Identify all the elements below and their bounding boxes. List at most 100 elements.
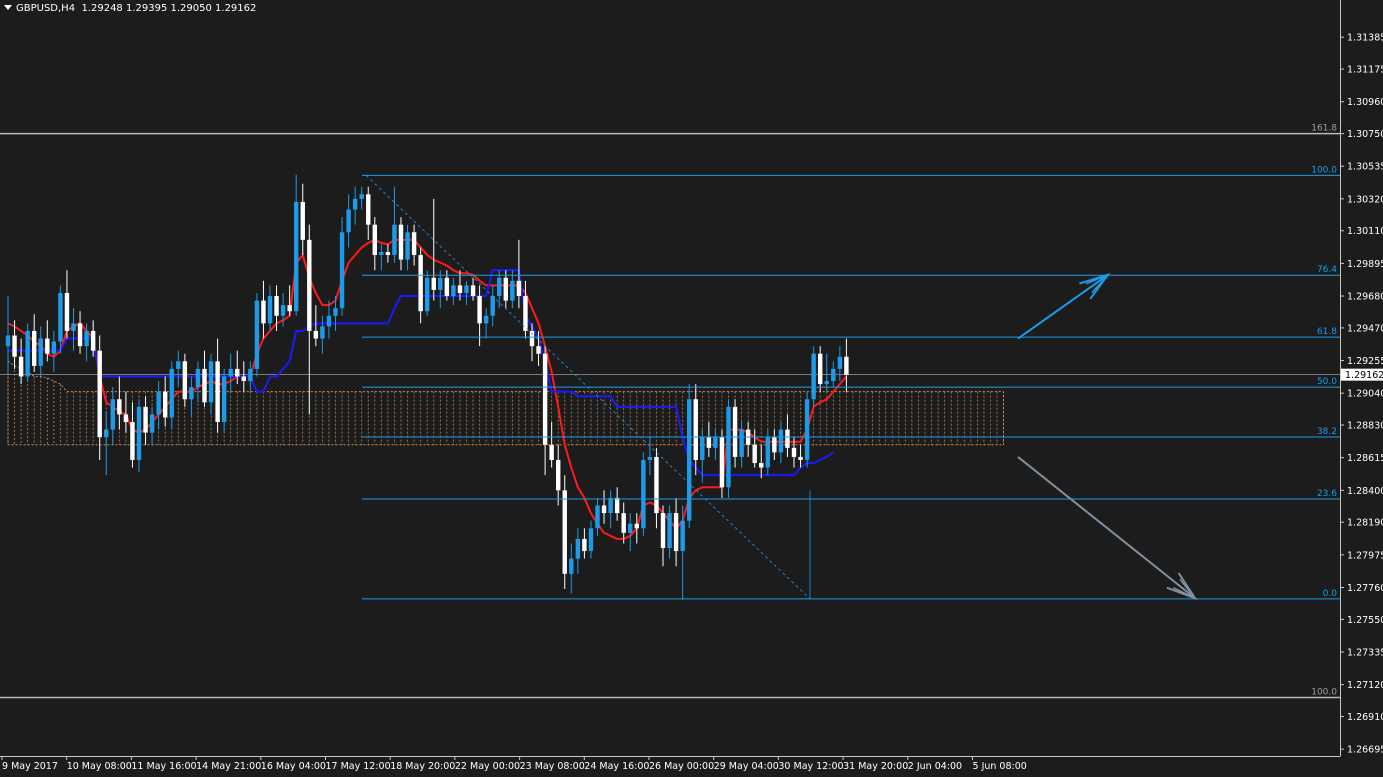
candle-body <box>706 437 712 448</box>
candle-body <box>261 300 266 324</box>
candle-body <box>726 406 731 488</box>
candle-body <box>333 308 338 316</box>
chart-title[interactable]: GBPUSD,H4 1.29248 1.29395 1.29050 1.2916… <box>4 3 256 14</box>
price-tick-label: 1.29040 <box>1347 389 1383 400</box>
candle-body <box>84 330 89 347</box>
candle-body <box>117 399 122 415</box>
candle-body <box>457 285 463 293</box>
price-tick-label: 1.27550 <box>1347 615 1383 626</box>
candle-body <box>307 239 312 331</box>
fib-level-label: 38.2 <box>1317 427 1337 437</box>
candle-body <box>844 356 849 375</box>
candle-body <box>280 305 286 316</box>
fib-level-label: 0.0 <box>1323 589 1338 599</box>
candle-body <box>647 456 653 460</box>
price-tick-label: 1.29895 <box>1347 259 1383 270</box>
candle-body <box>556 459 561 491</box>
candle-body <box>385 252 391 256</box>
candle-body <box>608 497 613 514</box>
candle-body <box>837 356 843 369</box>
candle-body <box>497 277 502 297</box>
candle-body <box>641 459 646 529</box>
candle-body <box>628 523 633 533</box>
candle-body <box>254 300 260 369</box>
candle-body <box>405 232 410 260</box>
candle-body <box>700 437 705 460</box>
candle-body <box>490 296 495 316</box>
candle-body <box>45 338 50 354</box>
candle-body <box>804 399 810 460</box>
candle-body <box>104 429 109 438</box>
candle-body <box>392 224 397 256</box>
candle-body <box>798 456 803 460</box>
candle-body <box>241 376 246 382</box>
candle-body <box>431 277 436 290</box>
candle-body <box>451 285 456 297</box>
candle-body <box>18 356 24 377</box>
candle-body <box>149 414 155 433</box>
candle-body <box>97 350 102 438</box>
time-tick-label: 11 May 16:00 <box>131 761 196 772</box>
time-tick-label: 22 May 00:00 <box>455 761 520 772</box>
candle-body <box>732 406 738 457</box>
candle-body <box>549 444 554 460</box>
time-tick-label: 30 May 12:00 <box>778 761 843 772</box>
candle-body <box>64 292 70 331</box>
candle-body <box>182 361 188 400</box>
candle-body <box>195 368 201 388</box>
candle-body <box>51 341 57 354</box>
candle-body <box>778 429 784 453</box>
candle-body <box>71 323 76 331</box>
candle-body <box>352 198 358 210</box>
time-tick-label: 26 May 00:00 <box>649 761 714 772</box>
candle-body <box>759 463 764 468</box>
candle-body <box>130 422 135 460</box>
price-tick-label: 1.27975 <box>1347 550 1383 561</box>
candle-body <box>772 437 777 453</box>
candle-body <box>339 232 345 309</box>
candle-body <box>752 444 757 464</box>
candle-body <box>470 285 476 297</box>
candle-body <box>372 224 377 256</box>
candle-body <box>248 368 253 382</box>
candle-body <box>123 414 129 423</box>
chart-background <box>0 0 1383 777</box>
dropdown-arrow-icon[interactable] <box>4 5 12 10</box>
price-tick-label: 1.28615 <box>1347 453 1383 464</box>
candle-body <box>208 361 214 403</box>
time-tick-label: 18 May 20:00 <box>390 761 455 772</box>
time-tick-label: 24 May 16:00 <box>584 761 649 772</box>
candle-body <box>418 255 423 312</box>
candle-body <box>32 330 37 366</box>
price-tick-label: 1.27120 <box>1347 680 1383 691</box>
time-tick-label: 5 Jun 08:00 <box>973 761 1027 772</box>
candle-body <box>379 252 384 256</box>
candle-body <box>25 330 30 377</box>
fib-level-label: 23.6 <box>1317 489 1337 499</box>
candle-body <box>713 437 718 448</box>
price-tick-label: 1.30750 <box>1347 129 1383 140</box>
candle-body <box>346 209 351 233</box>
time-tick-label: 29 May 04:00 <box>714 761 779 772</box>
fib-level-label: 161.8 <box>1311 124 1337 134</box>
fib-level-label: 50.0 <box>1317 377 1337 387</box>
candle-body <box>444 277 450 297</box>
fib-level-label: 100.0 <box>1311 688 1337 698</box>
candle-body <box>562 490 567 574</box>
candle-body <box>287 305 292 312</box>
candle-body <box>542 353 548 445</box>
price-tick-label: 1.30960 <box>1347 97 1383 108</box>
candle-body <box>575 538 581 559</box>
time-tick-label: 2 Jun 04:00 <box>908 761 962 772</box>
candle-body <box>215 361 220 423</box>
time-tick-label: 31 May 20:00 <box>843 761 908 772</box>
candle-body <box>425 277 430 312</box>
candle-body <box>221 376 227 423</box>
candle-body <box>464 285 469 293</box>
candle-body <box>163 391 168 418</box>
candle-body <box>5 335 11 347</box>
price-tick-label: 1.30320 <box>1347 194 1383 205</box>
candle-body <box>359 194 364 199</box>
candle-body <box>438 277 443 290</box>
price-tick-label: 1.31385 <box>1347 33 1383 44</box>
